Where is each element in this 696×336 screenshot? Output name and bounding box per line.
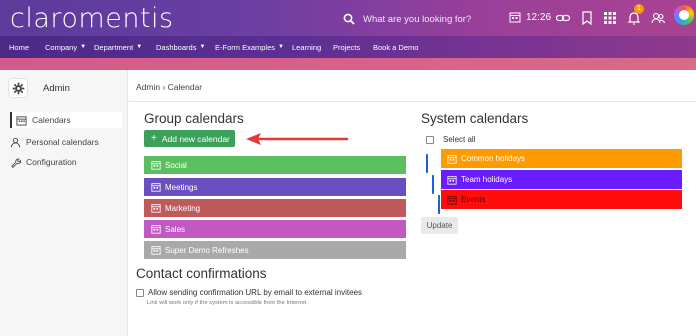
gear-icon [8,78,28,98]
select-all-option: Select all [426,135,475,144]
nav-item-label: E-Form Examples [215,42,276,52]
link-icon[interactable] [555,10,571,26]
clock-time: 12:26 [526,11,552,23]
group-calendars-heading: Group calendars [144,111,244,126]
nav-item-department[interactable]: Department ▼ [94,36,142,58]
nav-item-home[interactable]: Home [9,36,29,58]
group-calendar-meetings[interactable]: Meetings [144,178,406,196]
admin-header: Admin [8,77,120,99]
add-new-calendar-button[interactable]: + Add new calendar [144,130,235,147]
calendar-icon [151,246,161,255]
calendar-icon [509,12,521,23]
contact-confirmation-checkbox[interactable] [136,288,144,297]
select-all-label[interactable]: Select all [443,135,475,144]
avatar[interactable] [674,5,694,25]
arrow-annotation-icon [246,133,349,145]
nav-item-label: Projects [333,42,361,52]
nav-item-label: Department [94,42,134,52]
sidebar [0,70,128,336]
contact-confirmation-note: Link will work only if the system is acc… [147,300,308,306]
chevron-down-icon: ▼ [199,44,206,50]
calendar-icon [447,154,457,164]
calendar-label: Marketing [165,203,201,213]
group-calendar-social[interactable]: Social [144,156,406,174]
app-window: claromentis What are you looking for? 12… [0,0,696,336]
nav-item-label: Learning [292,42,322,52]
people-icon[interactable] [650,10,666,26]
nav-item-label: Home [9,42,30,52]
calendar-icon [151,204,161,213]
team-holidays-checkbox[interactable] [432,175,434,194]
notification-badge: 1 [634,4,644,14]
search-bar[interactable]: What are you looking for? [343,11,471,27]
header-banner [0,58,696,70]
calendar-label: Social [165,160,187,170]
add-calendar-label: Add new calendar [161,133,230,144]
calendar-icon [447,175,457,185]
breadcrumb[interactable]: Admin › Calendar [136,82,202,92]
nav-item-projects[interactable]: Projects [333,36,360,58]
calendar-label: Super Demo Refreshes [165,245,249,255]
system-calendar-team-holidays[interactable]: Team holidays [441,170,682,189]
sidebar-item-calendars[interactable]: Calendars [10,112,122,128]
group-calendar-sales[interactable]: Sales [144,220,406,238]
sidebar-title: Admin [43,82,70,94]
sidebar-item-label: Configuration [26,157,77,167]
calendar-label: Meetings [165,182,198,192]
system-calendars-heading: System calendars [421,111,529,126]
clock[interactable]: 12:26 [509,11,551,23]
calendar-icon [16,115,27,126]
chevron-down-icon: ▼ [80,44,87,50]
apps-grid-icon[interactable] [602,10,618,26]
sidebar-item-configuration[interactable]: Configuration [10,154,122,170]
nav-item-eform-examples[interactable]: E-Form Examples ▼ [215,36,284,58]
calendar-icon [151,183,161,192]
contact-confirmations-heading: Contact confirmations [136,266,267,281]
person-icon [10,137,21,147]
system-calendar-common-holidays[interactable]: Common holidays [441,149,682,168]
contact-confirmation-option: Allow sending confirmation URL by email … [136,288,362,297]
nav-item-dashboards[interactable]: Dashboards ▼ [156,36,205,58]
plus-icon: + [151,133,157,144]
contact-confirmation-label[interactable]: Allow sending confirmation URL by email … [148,288,362,297]
search-icon [343,13,355,25]
common-holidays-checkbox[interactable] [426,154,428,173]
top-header: claromentis What are you looking for? 12… [0,0,696,36]
calendar-icon [447,195,457,205]
bookmark-icon[interactable] [579,10,595,26]
calendar-label: Sales [165,224,186,234]
events-checkbox[interactable] [438,195,440,214]
sidebar-item-personal-calendars[interactable]: Personal calendars [10,134,122,150]
calendar-label: Team holidays [461,175,513,184]
calendar-label: Common holidays [461,154,526,163]
group-calendar-marketing[interactable]: Marketing [144,199,406,217]
group-calendar-super-demo-refreshes[interactable]: Super Demo Refreshes [144,241,406,259]
sidebar-item-label: Calendars [32,115,71,125]
select-all-checkbox[interactable] [426,135,434,144]
system-calendar-events[interactable]: Events [441,190,682,209]
update-button[interactable]: Update [421,217,458,234]
chevron-down-icon: ▼ [136,44,143,50]
divider [129,101,696,102]
nav-item-book-demo[interactable]: Book a Demo [373,36,418,58]
nav-item-label: Book a Demo [373,42,419,52]
calendar-icon [151,161,161,170]
search-placeholder: What are you looking for? [363,13,472,25]
sidebar-item-label: Personal calendars [26,137,99,147]
calendar-label: Events [461,195,486,204]
nav-item-label: Dashboards [156,42,197,52]
wrench-icon [11,157,21,168]
main-nav: Home Company ▼ Department ▼ Dashboards ▼… [0,36,696,58]
brand-logo[interactable]: claromentis [10,3,174,34]
chevron-down-icon: ▼ [278,44,284,50]
nav-item-label: Company [45,42,78,52]
nav-item-learning[interactable]: Learning [292,36,321,58]
calendar-icon [151,225,161,234]
nav-item-company[interactable]: Company ▼ [45,36,86,58]
